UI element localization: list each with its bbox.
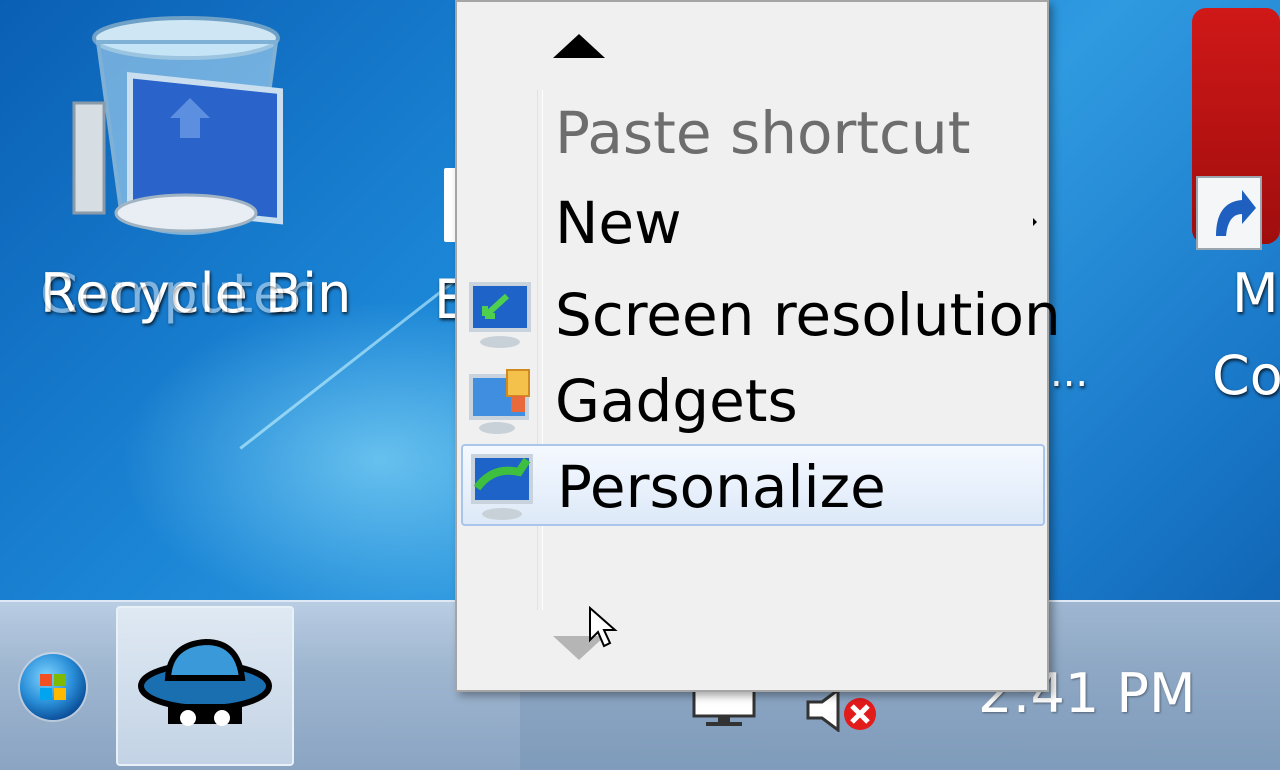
- ellipsis-text: ...: [1050, 350, 1089, 396]
- truncated-label: ...: [1050, 350, 1088, 396]
- up-triangle-icon: [553, 34, 605, 58]
- volume-muted-icon[interactable]: [802, 687, 882, 733]
- computer-ghost-text: Computer: [40, 262, 309, 325]
- right-app-text-1: M: [1232, 262, 1279, 325]
- menu-item-label: Gadgets: [555, 367, 798, 435]
- menu-item-label: Paste shortcut: [555, 99, 971, 167]
- right-app-label-2: Co: [1212, 344, 1280, 407]
- submenu-arrow-icon: [1033, 218, 1037, 226]
- menu-item-paste-shortcut[interactable]: Paste shortcut: [461, 92, 1045, 174]
- trash-can-icon: [72, 16, 283, 235]
- menu-item-screen-resolution[interactable]: Screen resolution: [461, 274, 1061, 356]
- app-hat-icon: [138, 638, 272, 726]
- gadgets-icon: [469, 369, 530, 434]
- windows-logo-icon: [40, 674, 66, 700]
- menu-item-new[interactable]: New: [461, 182, 1045, 264]
- scroll-up-arrow[interactable]: [537, 4, 621, 88]
- right-app-label-1: M: [1232, 262, 1279, 325]
- personalize-icon: [471, 454, 533, 520]
- screen-resolution-icon: [469, 282, 531, 348]
- ghost-label: Computer: [40, 262, 308, 325]
- recycle-bin-icon[interactable]: [60, 8, 300, 248]
- menu-item-label: Screen resolution: [555, 281, 1061, 349]
- right-app-text-2: Co: [1212, 344, 1280, 407]
- right-app-icon[interactable]: [1192, 8, 1280, 250]
- menu-item-personalize[interactable]: Personalize: [461, 444, 1045, 526]
- menu-item-label: Personalize: [557, 453, 886, 521]
- menu-item-gadgets[interactable]: Gadgets: [461, 360, 1045, 442]
- network-icon[interactable]: [688, 688, 762, 728]
- desktop-context-menu: Paste shortcut New Screen resolution Gad…: [455, 0, 1061, 692]
- shortcut-arrow-icon: [1196, 176, 1262, 250]
- menu-item-label: New: [555, 189, 682, 257]
- mouse-cursor-icon: [589, 606, 618, 648]
- taskbar-app-button[interactable]: [116, 606, 294, 766]
- start-button[interactable]: [20, 654, 86, 720]
